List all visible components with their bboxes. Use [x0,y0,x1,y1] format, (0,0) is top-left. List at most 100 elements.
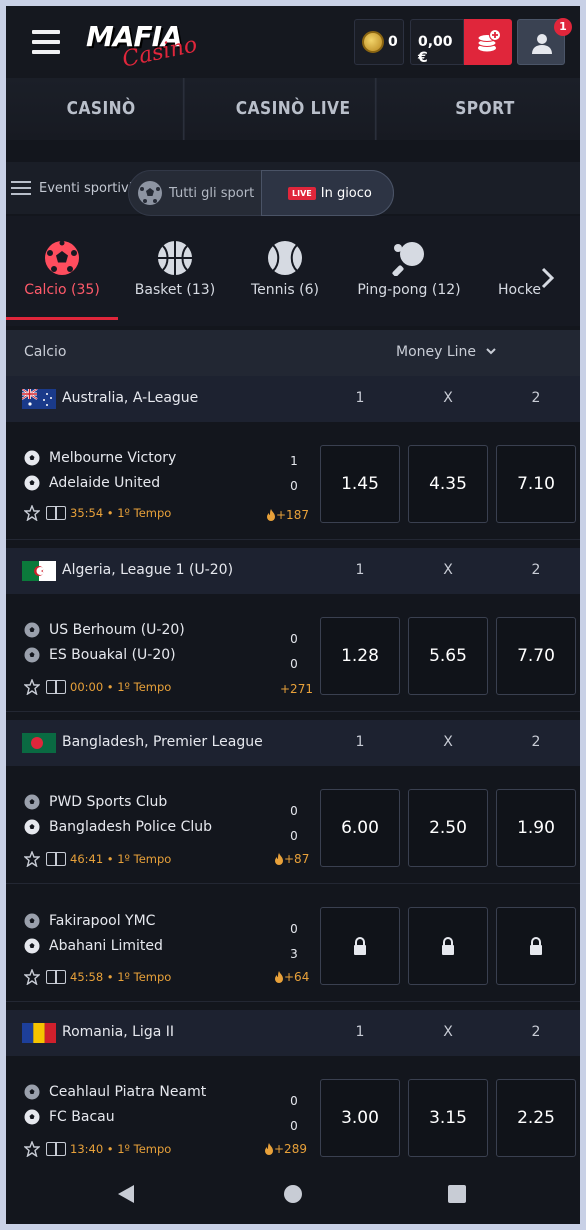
nav-casino[interactable]: CASINÒ [19,78,185,140]
match-time: 13:40 • 1º Tempo [70,1142,172,1156]
odd-button-x[interactable]: 3.15 [408,1079,488,1157]
home-team: Fakirapool YMC [24,913,155,929]
soccer-ball-icon [24,913,40,929]
odd-button-1-locked[interactable] [320,907,400,985]
more-markets[interactable]: +87 [274,852,309,866]
col-1: 1 [355,1024,365,1040]
top-header: MAFIA Casino 0 0,00 € 1 [6,6,580,78]
event-row[interactable]: PWD Sports Club Bangladesh Police Club 0… [6,766,580,884]
odd-button-2-locked[interactable] [496,907,576,985]
nav-sport[interactable]: SPORT [403,78,566,140]
ping-pong-icon [392,242,424,276]
pitch-icon[interactable] [46,852,66,866]
odd-button-x[interactable]: 4.35 [408,445,488,523]
market-type-label: Money Line [396,344,477,360]
away-team: ES Bouakal (U-20) [24,647,176,663]
deposit-button[interactable] [464,19,512,65]
home-team-name: Fakirapool YMC [49,913,156,929]
soccer-ball-icon [24,475,40,491]
league-header[interactable]: Bangladesh, Premier League 1 X 2 [6,720,580,766]
more-markets[interactable]: +289 [264,1142,307,1156]
away-score: 0 [290,657,298,671]
market-type-dropdown[interactable]: Money Line [396,344,497,360]
tab-calcio[interactable]: Calcio (35) [6,216,118,320]
pitch-icon[interactable] [46,506,66,520]
event-row[interactable]: Ceahlaul Piatra Neamt FC Bacau 0 0 13:40… [6,1056,580,1174]
coin-balance[interactable]: 0 [354,19,404,65]
tennis-ball-icon [268,241,302,275]
flag-bangladesh-icon [22,733,56,753]
pitch-icon[interactable] [46,1142,66,1156]
more-markets[interactable]: +271 [280,682,313,696]
account-balance[interactable]: 0,00 € [410,19,464,66]
league-header[interactable]: Australia, A-League 1 X 2 [6,376,580,422]
odd-button-1[interactable]: 6.00 [320,789,400,867]
event-row[interactable]: Fakirapool YMC Abahani Limited 0 3 45:58… [6,884,580,1002]
user-icon [532,34,552,54]
home-team-name: PWD Sports Club [49,794,168,810]
col-2: 2 [531,734,541,750]
home-team-name: US Berhoum (U-20) [49,622,185,638]
odd-button-2[interactable]: 7.10 [496,445,576,523]
star-icon[interactable] [24,505,40,521]
active-tab-indicator [6,317,118,320]
league-header[interactable]: Algeria, League 1 (U-20) 1 X 2 [6,548,580,594]
away-team-name: Adelaide United [49,475,161,491]
sports-events-button[interactable]: Eventi sportivi [11,176,132,200]
star-icon[interactable] [24,851,40,867]
odd-button-2[interactable]: 1.90 [496,789,576,867]
home-icon[interactable] [283,1184,303,1204]
odd-button-1[interactable]: 3.00 [320,1079,400,1157]
chevron-right-icon[interactable] [538,266,558,290]
market-header: Calcio Money Line [6,330,580,376]
star-icon[interactable] [24,679,40,695]
home-score: 0 [290,804,298,818]
odd-button-x[interactable]: 5.65 [408,617,488,695]
recents-icon[interactable] [447,1184,467,1204]
user-button[interactable]: 1 [517,18,572,65]
in-play-toggle[interactable]: LIVE In gioco [261,170,394,216]
lock-icon [530,937,542,955]
league-header[interactable]: Romania, Liga II 1 X 2 [6,1010,580,1056]
away-score: 0 [290,479,298,493]
home-team: US Berhoum (U-20) [24,622,185,638]
away-team: FC Bacau [24,1109,115,1125]
home-score: 0 [290,1094,298,1108]
star-icon[interactable] [24,969,40,985]
pitch-icon[interactable] [46,680,66,694]
all-sports-label: Tutti gli sport [169,185,255,201]
odd-button-x[interactable]: 2.50 [408,789,488,867]
home-team: Ceahlaul Piatra Neamt [24,1084,206,1100]
col-x: X [443,1024,453,1040]
basketball-icon [158,241,192,275]
main-nav: CASINÒ CASINÒ LIVE SPORT [6,78,580,140]
match-meta: 45:58 • 1º Tempo [24,969,171,985]
tab-basket[interactable]: Basket (13) [124,216,226,320]
away-score: 3 [290,947,298,961]
tab-tennis[interactable]: Tennis (6) [236,216,334,320]
event-row[interactable]: US Berhoum (U-20) ES Bouakal (U-20) 0 0 … [6,594,580,712]
odd-button-1[interactable]: 1.28 [320,617,400,695]
soccer-ball-icon [24,819,40,835]
odd-button-x-locked[interactable] [408,907,488,985]
more-markets[interactable]: +64 [274,970,309,984]
more-markets-count: +64 [284,970,310,984]
more-markets[interactable]: +187 [266,508,309,522]
hamburger-icon[interactable] [32,30,60,54]
flame-icon [265,1143,273,1155]
pitch-icon[interactable] [46,970,66,984]
odd-button-2[interactable]: 2.25 [496,1079,576,1157]
more-markets-count: +289 [274,1142,307,1156]
star-icon[interactable] [24,1141,40,1157]
event-row[interactable]: Melbourne Victory Adelaide United 1 0 35… [6,422,580,540]
logo[interactable]: MAFIA Casino [86,18,199,73]
nav-casino-live[interactable]: CASINÒ LIVE [211,78,377,140]
tab-ping-pong[interactable]: Ping-pong (12) [350,216,468,320]
odd-button-1[interactable]: 1.45 [320,445,400,523]
soccer-ball-icon [138,181,162,205]
back-icon[interactable] [116,1184,136,1204]
odd-button-2[interactable]: 7.70 [496,617,576,695]
all-sports-toggle[interactable]: Tutti gli sport [129,171,261,215]
tab-basket-label: Basket (13) [134,282,216,298]
flame-icon [275,971,283,983]
